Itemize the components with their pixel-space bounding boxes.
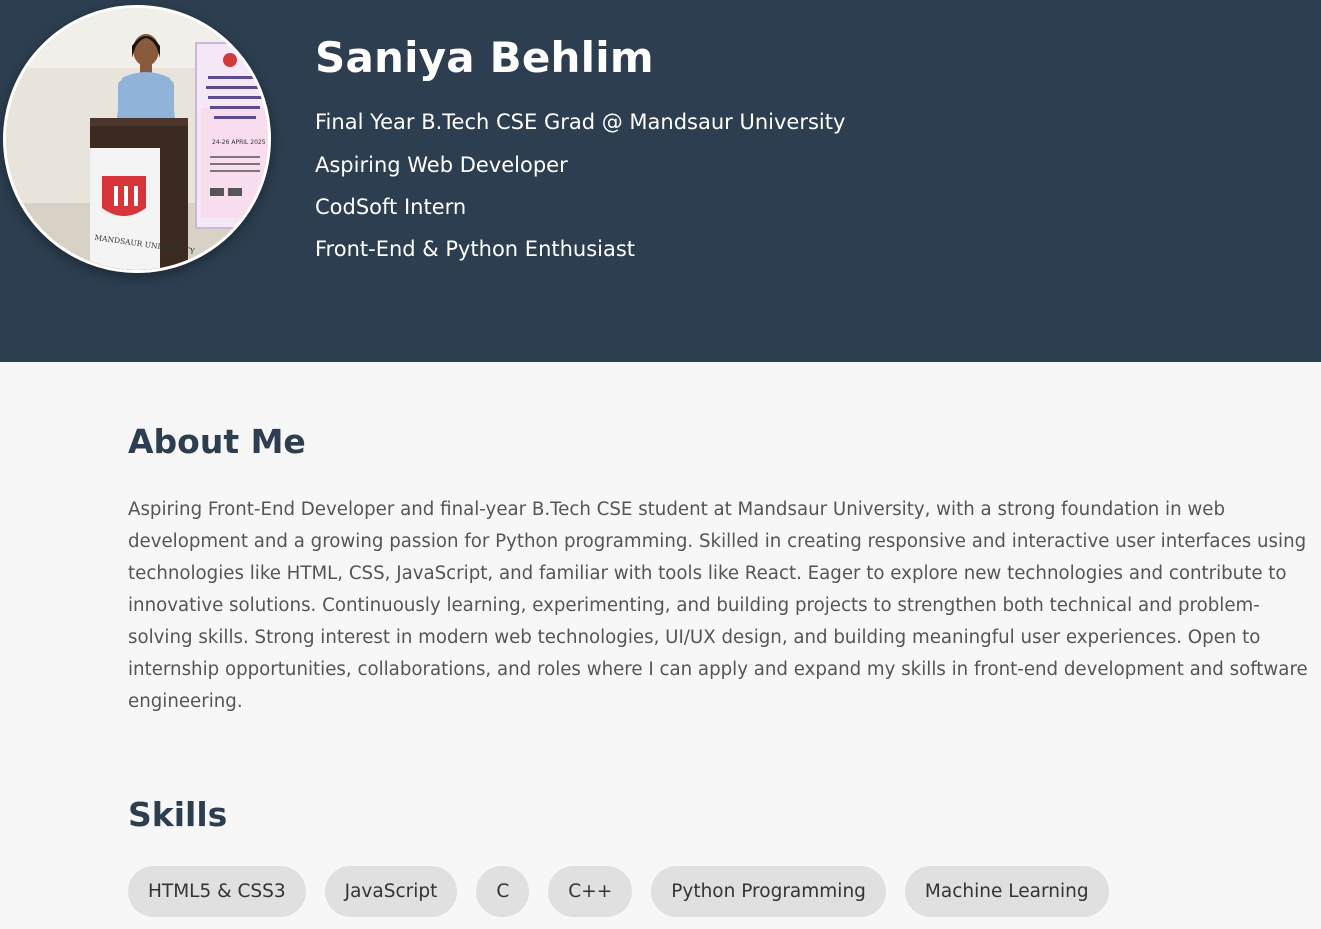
about-text: Aspiring Front-End Developer and final-y…: [128, 499, 1308, 712]
skills-list: HTML5 & CSS3 JavaScript C C++ Python Pro…: [128, 866, 1109, 917]
skills-title: Skills: [128, 795, 228, 834]
about-title: About Me: [128, 422, 306, 461]
profile-name: Saniya Behlim: [315, 33, 654, 82]
skill-tag-html-css: HTML5 & CSS3: [128, 866, 306, 917]
skill-tag-javascript: JavaScript: [324, 866, 458, 917]
skill-tag-machine-learning: Machine Learning: [904, 866, 1109, 917]
tagline-education: Final Year B.Tech CSE Grad @ Mandsaur Un…: [315, 110, 846, 134]
skill-tag-cpp: C++: [548, 866, 633, 917]
skill-tag-python: Python Programming: [651, 866, 886, 917]
tagline-role: Aspiring Web Developer: [315, 153, 568, 177]
poster-date-text: 24-26 APRIL 2025: [212, 139, 266, 146]
tagline-interests: Front-End & Python Enthusiast: [315, 237, 636, 261]
profile-photo: 24-26 APRIL 2025 MANDSAUR UNIVERSITY: [3, 5, 271, 273]
skill-tag-c: C: [476, 866, 530, 917]
tagline-internship: CodSoft Intern: [315, 195, 467, 219]
profile-header: 24-26 APRIL 2025 MANDSAUR UNIVERSITY San…: [0, 0, 1321, 362]
